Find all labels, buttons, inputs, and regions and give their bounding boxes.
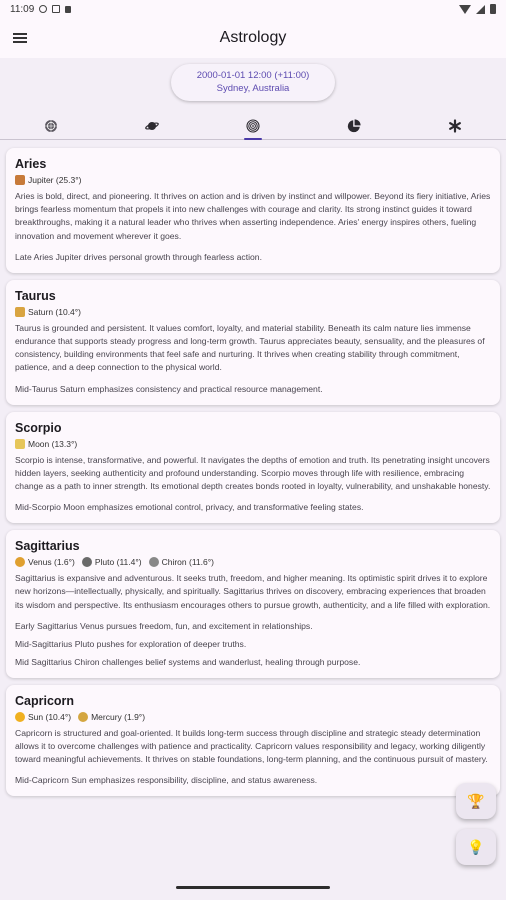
placement-note: Mid Sagittarius Chiron challenges belief… (15, 656, 361, 667)
planet-icon (144, 121, 159, 130)
app-bar: Astrology (0, 18, 506, 58)
tab-planets[interactable] (101, 112, 202, 139)
sign-card-aries: Aries Jupiter (25.3°) Aries is bold, dir… (6, 148, 500, 273)
planet-item: Venus (1.6°) (15, 557, 75, 568)
sign-description: Scorpio is intense, transformative, and … (15, 454, 491, 492)
planet-label: Sun (10.4°) (28, 711, 72, 722)
sign-card-sagittarius: Sagittarius Venus (1.6°) Pluto (11.4°) C… (6, 530, 500, 678)
asterisk-icon (449, 118, 462, 133)
placement-note: Early Sagittarius Venus pursues freedom,… (15, 620, 313, 631)
planet-item: Mercury (1.9°) (78, 711, 146, 722)
pie-chart-icon (348, 118, 361, 132)
planet-list: Venus (1.6°) Pluto (11.4°) Chiron (11.6°… (15, 557, 491, 568)
chart-datetime-chip[interactable]: 2000-01-01 12:00 (+11:00) Sydney, Austra… (171, 64, 335, 101)
planet-list: Jupiter (25.3°) (15, 175, 491, 185)
sign-card-capricorn: Capricorn Sun (10.4°) Mercury (1.9°) Cap… (6, 684, 500, 797)
planet-label: Pluto (11.4°) (94, 557, 142, 568)
lock-icon (65, 5, 72, 13)
chart-header: 2000-01-01 12:00 (+11:00) Sydney, Austra… (0, 58, 506, 140)
sign-title: Scorpio (15, 420, 62, 435)
planet-list: Moon (13.3°) (15, 438, 491, 449)
signal-icon (476, 4, 485, 14)
planet-item: Moon (13.3°) (15, 438, 78, 449)
sign-card-scorpio: Scorpio Moon (13.3°) Scorpio is intense,… (6, 411, 500, 524)
sign-description: Capricorn is structured and goal-oriente… (15, 727, 488, 765)
sign-title: Aries (15, 157, 47, 171)
placement-note: Mid-Scorpio Moon emphasizes emotional co… (15, 502, 364, 513)
sign-description: Sagittarius is expansive and adventurous… (15, 573, 491, 610)
trophy-button[interactable]: 🏆 (456, 783, 496, 819)
placement-note: Mid-Taurus Saturn emphasizes consistency… (15, 383, 323, 394)
planet-label: Moon (13.3°) (28, 438, 78, 449)
planet-label: Jupiter (25.3°) (28, 175, 82, 185)
planet-item: Sun (10.4°) (15, 711, 72, 722)
sign-description: Taurus is grounded and persistent. It va… (15, 322, 485, 373)
tab-chart[interactable] (304, 112, 405, 139)
tab-wheel[interactable] (0, 112, 101, 139)
dnd-icon (39, 5, 48, 13)
saturn-icon (15, 306, 25, 317)
chiron-icon (148, 557, 159, 568)
mercury-icon (78, 711, 89, 722)
home-indicator[interactable] (176, 886, 330, 889)
status-bar: 11:09 (0, 0, 506, 18)
tab-misc[interactable] (405, 112, 506, 139)
planet-label: Mercury (1.9°) (91, 711, 146, 722)
pluto-icon (81, 557, 92, 568)
moon-icon (15, 438, 25, 449)
menu-button[interactable] (0, 18, 40, 58)
planet-list: Saturn (10.4°) (15, 306, 491, 317)
sign-title: Capricorn (15, 693, 75, 708)
status-time: 11:09 (10, 3, 35, 15)
venus-icon (15, 557, 25, 568)
battery-icon (490, 4, 496, 14)
planet-item: Jupiter (25.3°) (15, 175, 81, 185)
target-rings-icon (246, 118, 260, 133)
sun-icon (15, 711, 25, 722)
planet-item: Saturn (10.4°) (15, 306, 82, 317)
app-title: Astrology (219, 29, 287, 46)
sign-title: Sagittarius (15, 539, 80, 554)
planet-list: Sun (10.4°) Mercury (1.9°) (15, 711, 491, 722)
planet-label: Saturn (10.4°) (28, 306, 82, 317)
sign-card-taurus: Taurus Saturn (10.4°) Taurus is grounded… (6, 279, 500, 405)
planet-label: Venus (1.6°) (28, 557, 75, 568)
chart-datetime: 2000-01-01 12:00 (+11:00) (196, 70, 310, 81)
lightbulb-icon: 💡 (467, 838, 485, 855)
insight-button[interactable]: 💡 (456, 829, 496, 865)
placement-note: Mid-Sagittarius Pluto pushes for explora… (15, 638, 247, 649)
tab-bar (0, 112, 506, 140)
trophy-icon: 🏆 (467, 792, 485, 809)
chart-location: Sydney, Australia (216, 83, 290, 94)
tab-aspects[interactable] (202, 112, 303, 140)
placement-note: Mid-Capricorn Sun emphasizes responsibil… (15, 775, 318, 786)
zodiac-wheel-icon (44, 119, 57, 132)
planet-item: Pluto (11.4°) (81, 557, 142, 568)
sign-description: Aries is bold, direct, and pioneering. I… (15, 191, 491, 241)
sign-list[interactable]: Aries Jupiter (25.3°) Aries is bold, dir… (0, 140, 506, 900)
planet-label: Chiron (11.6°) (161, 557, 214, 568)
wifi-icon (459, 4, 471, 14)
planet-item: Chiron (11.6°) (148, 557, 214, 568)
jupiter-icon (15, 175, 25, 185)
hamburger-menu-icon (13, 33, 27, 43)
placement-note: Late Aries Jupiter drives personal growt… (15, 251, 262, 262)
screenshot-icon (52, 5, 61, 13)
sign-title: Taurus (15, 288, 56, 303)
